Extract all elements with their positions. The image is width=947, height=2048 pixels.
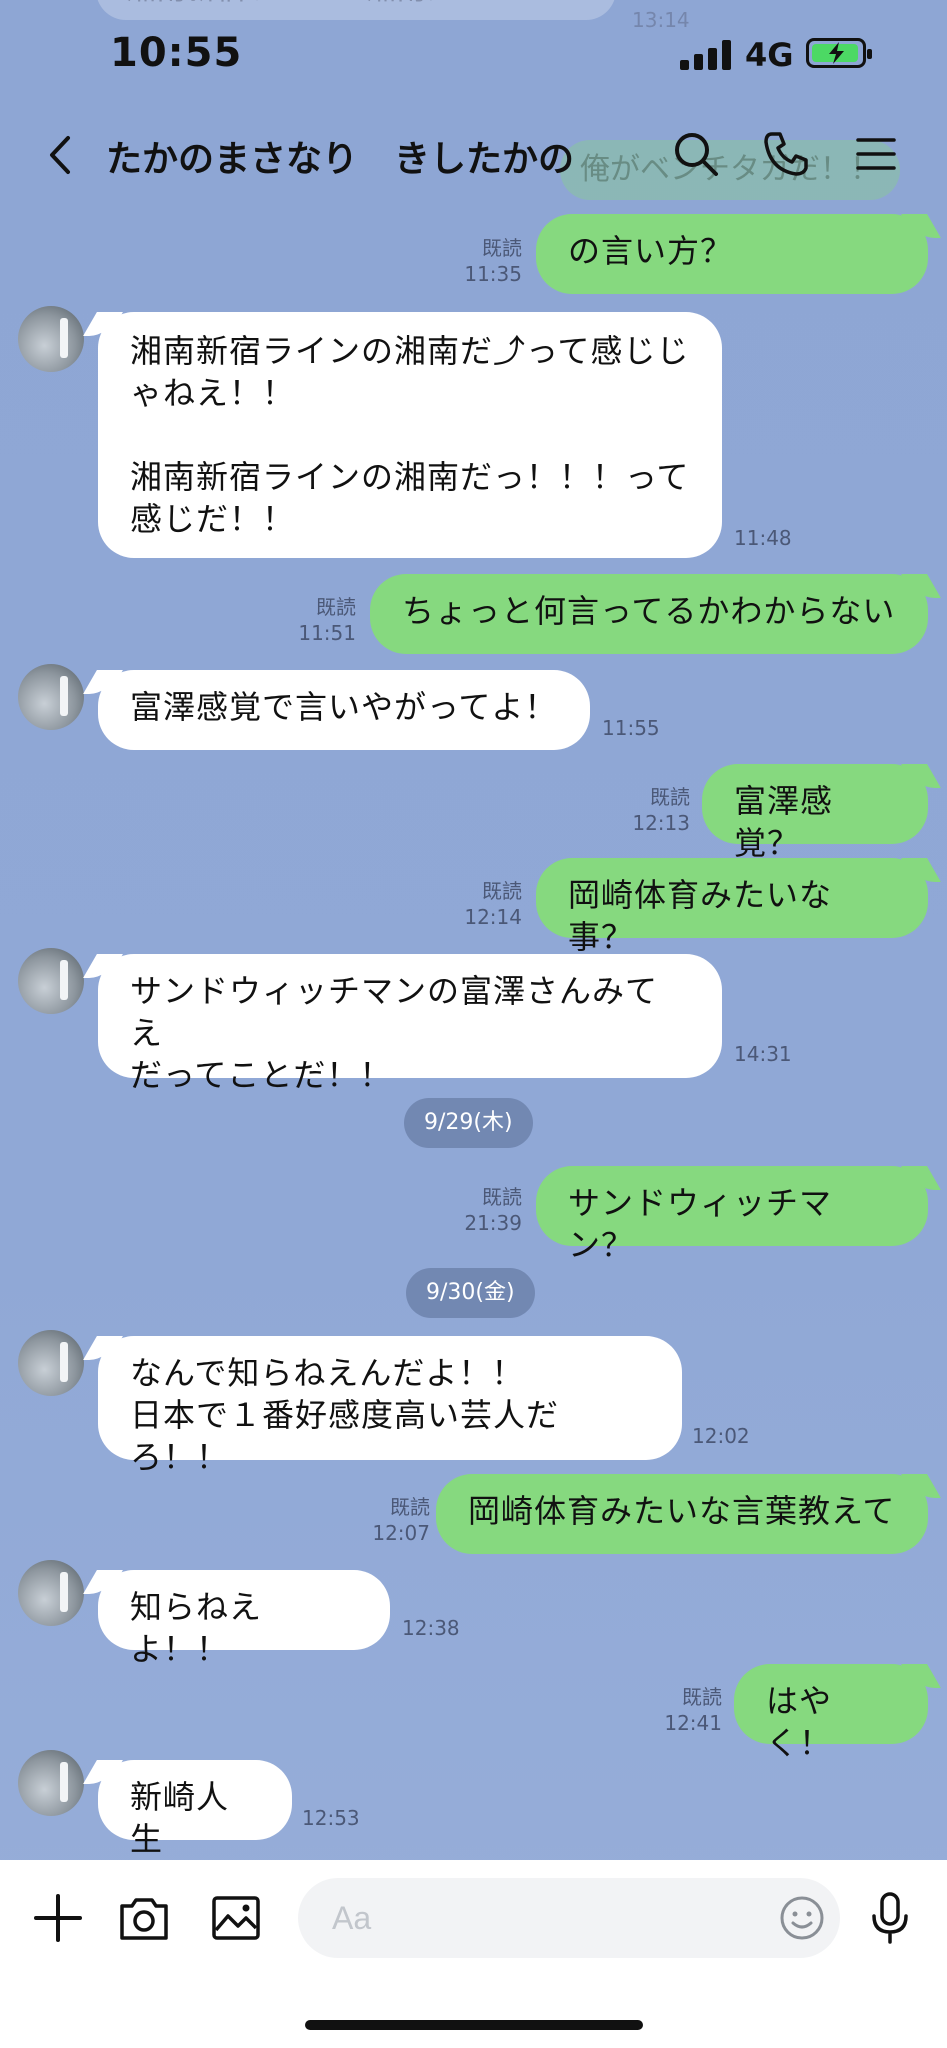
read-receipt: 既読 21:39	[464, 1185, 522, 1235]
avatar[interactable]	[18, 1750, 84, 1816]
avatar[interactable]	[18, 306, 84, 372]
plus-icon[interactable]	[30, 1890, 86, 1946]
message-time: 14:31	[734, 1042, 792, 1066]
message-time: 12:38	[402, 1616, 460, 1640]
message-bubble-outgoing[interactable]: はやく！	[734, 1664, 928, 1762]
message-bubble-outgoing[interactable]: の言い方？	[536, 214, 928, 294]
avatar[interactable]	[18, 948, 84, 1014]
phone-icon[interactable]	[758, 126, 814, 182]
message-time: 11:55	[602, 716, 660, 740]
home-indicator	[305, 2020, 643, 2030]
composer-bar	[0, 1860, 947, 2048]
search-icon[interactable]	[668, 126, 724, 182]
network-type: 4G	[745, 36, 794, 74]
date-separator: 9/29(木)	[404, 1098, 533, 1148]
message-bubble-incoming[interactable]: 新崎人生	[98, 1760, 292, 1858]
camera-icon[interactable]	[116, 1890, 172, 1946]
message-bubble-incoming[interactable]: 富澤感覚で言いやがってよ！	[98, 670, 590, 750]
message-bubble-outgoing[interactable]: 岡崎体育みたいな事？	[536, 858, 928, 956]
read-receipt: 既読 12:07	[372, 1495, 430, 1545]
chat-header: たかのまさなり きしたかの	[0, 110, 947, 200]
message-bubble-incoming[interactable]: なんで知らねえんだよ！！ 日本で１番好感度高い芸人だろ！！	[98, 1336, 682, 1476]
message-bubble-outgoing[interactable]: サンドウィッチマン？	[536, 1166, 928, 1264]
message-input[interactable]	[330, 1892, 734, 1944]
status-time: 10:55	[110, 30, 243, 76]
message-time: 12:02	[692, 1424, 750, 1448]
message-bubble-incoming[interactable]: サンドウィッチマンの富澤さんみてえ だってことだ！！	[98, 954, 722, 1094]
message-input-box[interactable]	[298, 1878, 840, 1958]
message-time: 11:48	[734, 526, 792, 550]
chat-title: たかのまさなり きしたかの	[106, 139, 575, 180]
read-receipt: 既読 12:14	[464, 879, 522, 929]
emoji-icon[interactable]	[778, 1894, 826, 1942]
mic-icon[interactable]	[862, 1890, 918, 1946]
avatar[interactable]	[18, 1560, 84, 1626]
image-icon[interactable]	[208, 1890, 264, 1946]
battery-icon	[806, 38, 872, 68]
status-bar: 10:55 4G	[0, 0, 947, 110]
message-bubble-outgoing[interactable]: ちょっと何言ってるかわからない	[370, 574, 928, 654]
read-receipt: 既読 12:13	[632, 785, 690, 835]
message-bubble-outgoing[interactable]: 富澤感覚？	[702, 764, 928, 862]
read-receipt: 既読 12:41	[664, 1685, 722, 1735]
read-receipt: 既読 11:35	[464, 236, 522, 286]
date-separator: 9/30(金)	[406, 1268, 535, 1318]
back-icon[interactable]	[40, 130, 80, 180]
message-time: 12:53	[302, 1806, 360, 1830]
message-bubble-incoming[interactable]: 湘南新宿ラインの湘南だ⤴って感じじ ゃねえ！！ 湘南新宿ラインの湘南だっ！！！っ…	[98, 312, 722, 558]
message-bubble-outgoing[interactable]: 岡崎体育みたいな言葉教えて	[436, 1474, 928, 1554]
menu-icon[interactable]	[848, 126, 904, 182]
avatar[interactable]	[18, 664, 84, 730]
message-bubble-incoming[interactable]: 知らねえよ！！	[98, 1570, 390, 1668]
read-receipt: 既読 11:51	[298, 595, 356, 645]
avatar[interactable]	[18, 1330, 84, 1396]
signal-icon	[680, 40, 734, 70]
